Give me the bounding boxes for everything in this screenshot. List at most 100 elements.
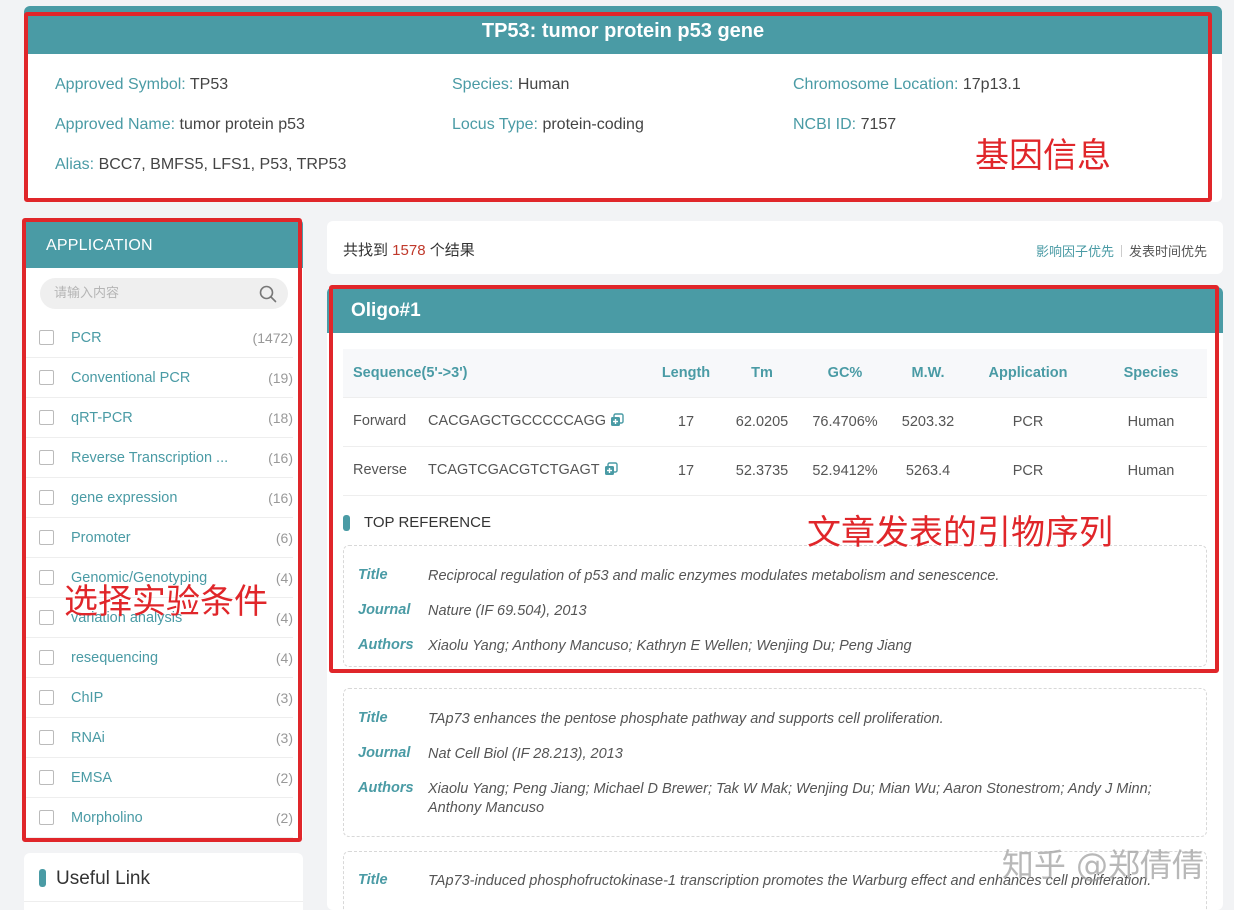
filter-label[interactable]: PCR: [71, 330, 102, 346]
filter-label[interactable]: resequencing: [71, 650, 158, 666]
application-cell: PCR: [961, 445, 1095, 496]
length-cell: 17: [643, 396, 729, 446]
gc-cell: 52.9412%: [795, 445, 895, 496]
filter-item[interactable]: ChIP (3): [24, 678, 293, 718]
mw-cell: 5203.32: [895, 396, 961, 446]
search-input[interactable]: [54, 285, 244, 300]
filter-count: (16): [268, 450, 293, 466]
search-box[interactable]: [40, 278, 288, 309]
mw-cell: 5263.4: [895, 445, 961, 496]
search-icon[interactable]: [259, 285, 277, 308]
sort-by-impact-factor[interactable]: 影响因子优先: [1036, 244, 1114, 259]
filter-item[interactable]: Reverse Transcription ... (16): [24, 438, 293, 478]
gc-cell: 76.4706%: [795, 396, 895, 446]
sort-by-publish-time[interactable]: 发表时间优先: [1129, 244, 1207, 259]
filter-item[interactable]: Morpholino (2): [24, 798, 293, 838]
copy-icon[interactable]: [604, 461, 618, 480]
reference-card: Title Reciprocal regulation of p53 and ma…: [343, 545, 1207, 667]
useful-link-card: Useful Link: [24, 853, 303, 910]
alias: Alias: BCC7, BMFS5, LFS1, P53, TRP53: [55, 156, 347, 173]
filter-count: (4): [275, 570, 293, 586]
primer-sequence: CACGAGCTGCCCCCAGG: [428, 412, 607, 429]
filter-item[interactable]: resequencing (4): [24, 638, 293, 678]
primer-direction: Forward: [353, 412, 407, 429]
table-header-row: Sequence(5'->3') Length Tm GC% M.W. Appl…: [343, 349, 1207, 397]
filter-count: (16): [268, 490, 293, 506]
col-mw: M.W.: [895, 349, 961, 397]
tm-cell: 62.0205: [729, 396, 795, 446]
filter-label[interactable]: qRT-PCR: [71, 410, 133, 426]
filter-label[interactable]: Promoter: [71, 530, 131, 546]
checkbox[interactable]: [39, 370, 54, 385]
divider: [24, 901, 303, 902]
filter-item[interactable]: PCR (1472): [24, 318, 293, 358]
filter-count: (3): [275, 730, 293, 746]
ncbi-id: NCBI ID: 7157: [793, 116, 897, 133]
checkbox[interactable]: [39, 650, 54, 665]
filter-item[interactable]: gene expression (16): [24, 478, 293, 518]
sequence-cell: Forward CACGAGCTGCCCCCAGG: [343, 396, 643, 446]
oligo-table: Sequence(5'->3') Length Tm GC% M.W. Appl…: [343, 349, 1207, 496]
species: Species: Human: [452, 76, 570, 93]
section-marker: [343, 515, 350, 531]
primer-direction: Reverse: [353, 461, 407, 478]
checkbox[interactable]: [39, 770, 54, 785]
filter-item[interactable]: Promoter (6): [24, 518, 293, 558]
checkbox[interactable]: [39, 410, 54, 425]
col-length: Length: [643, 349, 729, 397]
col-gc: GC%: [795, 349, 895, 397]
annotation-gene-info: 基因信息: [975, 136, 1111, 176]
locus-type: Locus Type: protein-coding: [452, 116, 644, 133]
annotation-published-primers: 文章发表的引物序列: [807, 513, 1113, 553]
checkbox[interactable]: [39, 330, 54, 345]
table-row-reverse: Reverse TCAGTCGACGTCTGAGT 17 52.3735 52.9…: [343, 445, 1207, 496]
result-count-number: 1578: [392, 242, 426, 259]
checkbox[interactable]: [39, 690, 54, 705]
filter-label[interactable]: Reverse Transcription ...: [71, 450, 228, 466]
species-cell: Human: [1095, 396, 1207, 446]
filter-count: (1472): [252, 330, 293, 346]
application-title: APPLICATION: [24, 220, 303, 268]
filter-label[interactable]: Morpholino: [71, 810, 143, 826]
checkbox[interactable]: [39, 730, 54, 745]
checkbox[interactable]: [39, 450, 54, 465]
checkbox[interactable]: [39, 810, 54, 825]
filter-count: (3): [275, 690, 293, 706]
table-row-forward: Forward CACGAGCTGCCCCCAGG 17 62.0205 76.4…: [343, 396, 1207, 446]
application-cell: PCR: [961, 396, 1095, 446]
result-summary-bar: 共找到 1578 个结果 影响因子优先 发表时间优先: [327, 221, 1223, 274]
col-application: Application: [961, 349, 1095, 397]
divider: [1120, 245, 1122, 257]
checkbox[interactable]: [39, 610, 54, 625]
section-marker: [39, 869, 46, 887]
filter-label[interactable]: RNAi: [71, 730, 105, 746]
filter-item[interactable]: Conventional PCR (19): [24, 358, 293, 398]
filter-label[interactable]: gene expression: [71, 490, 177, 506]
useful-link-title[interactable]: Useful Link: [56, 868, 150, 890]
filter-count: (19): [268, 370, 293, 386]
approved-name: Approved Name: tumor protein p53: [55, 116, 305, 133]
filter-item[interactable]: qRT-PCR (18): [24, 398, 293, 438]
filter-count: (18): [268, 410, 293, 426]
result-count: 共找到 1578 个结果: [343, 242, 475, 259]
checkbox[interactable]: [39, 570, 54, 585]
filter-label[interactable]: EMSA: [71, 770, 112, 786]
oligo-card: Oligo#1 Sequence(5'->3') Length Tm GC% M…: [327, 287, 1223, 910]
filter-label[interactable]: Conventional PCR: [71, 370, 190, 386]
filter-label[interactable]: ChIP: [71, 690, 103, 706]
primer-sequence: TCAGTCGACGTCTGAGT: [428, 461, 600, 478]
checkbox[interactable]: [39, 530, 54, 545]
filter-count: (6): [275, 530, 293, 546]
length-cell: 17: [643, 445, 729, 496]
gene-title: TP53: tumor protein p53 gene: [24, 6, 1222, 54]
filter-item[interactable]: RNAi (3): [24, 718, 293, 758]
col-tm: Tm: [729, 349, 795, 397]
species-cell: Human: [1095, 445, 1207, 496]
checkbox[interactable]: [39, 490, 54, 505]
filter-item[interactable]: EMSA (2): [24, 758, 293, 798]
filter-count: (4): [275, 650, 293, 666]
sort-options: 影响因子优先 发表时间优先: [1036, 241, 1207, 260]
copy-icon[interactable]: [610, 412, 624, 431]
tm-cell: 52.3735: [729, 445, 795, 496]
chromosome-location: Chromosome Location: 17p13.1: [793, 76, 1021, 93]
